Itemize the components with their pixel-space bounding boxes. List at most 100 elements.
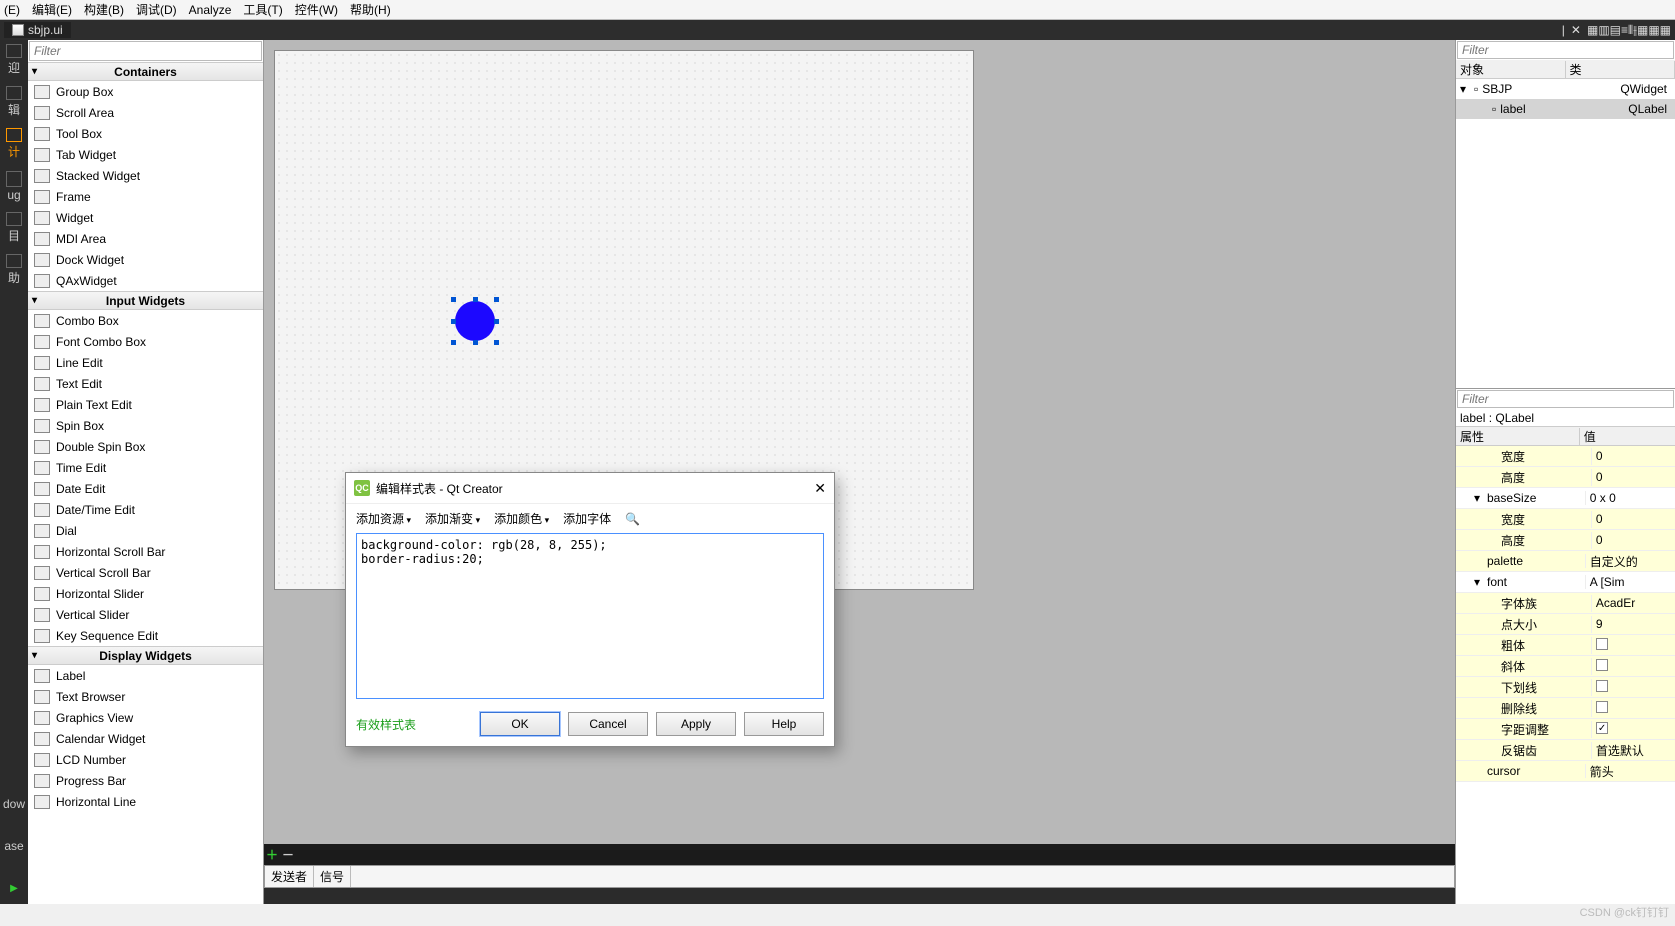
widget-item[interactable]: Font Combo Box (28, 331, 263, 352)
add-color-menu[interactable]: 添加颜色 (494, 510, 549, 527)
widget-item[interactable]: QAxWidget (28, 270, 263, 291)
close-icon[interactable]: ✕ (814, 480, 826, 497)
resize-handle[interactable] (494, 319, 499, 324)
help-button[interactable]: Help (744, 712, 824, 736)
property-row[interactable]: 点大小9 (1456, 614, 1675, 635)
object-tree-node[interactable]: ▾▫SBJPQWidget (1456, 79, 1675, 99)
checkbox[interactable] (1596, 722, 1608, 734)
widget-item[interactable]: Progress Bar (28, 770, 263, 791)
menu-item[interactable]: 调试(D) (136, 1, 177, 18)
menu-item[interactable]: Analyze (189, 3, 232, 17)
layout-icon[interactable]: ▦ (1660, 23, 1671, 37)
layout-icon[interactable]: ▥ (1598, 23, 1609, 37)
property-value[interactable]: 箭头 (1586, 763, 1675, 780)
widget-item[interactable]: Scroll Area (28, 102, 263, 123)
expand-icon[interactable]: ▾ (1474, 575, 1484, 589)
widget-item[interactable]: Horizontal Slider (28, 583, 263, 604)
resize-handle[interactable] (451, 319, 456, 324)
property-value[interactable]: 自定义的 (1586, 553, 1675, 570)
layout-icon[interactable]: ▦ (1587, 23, 1598, 37)
mode-button[interactable]: ug (2, 170, 26, 202)
remove-connection-button[interactable]: － (282, 846, 294, 863)
widget-item[interactable]: Widget (28, 207, 263, 228)
run-button[interactable]: ▶ (2, 872, 26, 904)
mode-button[interactable]: 迎 (2, 44, 26, 76)
menu-item[interactable]: 工具(T) (243, 1, 282, 18)
widget-group-header[interactable]: Containers (28, 62, 263, 81)
add-gradient-menu[interactable]: 添加渐变 (425, 510, 480, 527)
property-value[interactable] (1592, 638, 1675, 653)
widget-item[interactable]: Tool Box (28, 123, 263, 144)
property-row[interactable]: 粗体 (1456, 635, 1675, 656)
widget-item[interactable]: Text Edit (28, 373, 263, 394)
widget-item[interactable]: Date Edit (28, 478, 263, 499)
widget-item[interactable]: Date/Time Edit (28, 499, 263, 520)
apply-button[interactable]: Apply (656, 712, 736, 736)
menu-item[interactable]: 帮助(H) (350, 1, 391, 18)
mode-button[interactable]: 计 (2, 128, 26, 160)
checkbox[interactable] (1596, 638, 1608, 650)
mode-button[interactable]: 目 (2, 212, 26, 244)
checkbox[interactable] (1596, 659, 1608, 671)
widget-item[interactable]: Key Sequence Edit (28, 625, 263, 646)
menu-item[interactable]: (E) (4, 3, 20, 17)
widget-item[interactable]: LCD Number (28, 749, 263, 770)
property-value[interactable] (1592, 701, 1675, 716)
property-value[interactable]: 0 (1592, 449, 1675, 463)
property-value[interactable] (1592, 722, 1675, 737)
resize-handle[interactable] (473, 297, 478, 302)
property-row[interactable]: 字体族AcadEr (1456, 593, 1675, 614)
mode-button[interactable]: ase (2, 830, 26, 862)
widget-item[interactable]: Label (28, 665, 263, 686)
menu-item[interactable]: 控件(W) (295, 1, 338, 18)
property-row[interactable]: palette自定义的 (1456, 551, 1675, 572)
add-connection-button[interactable]: ＋ (266, 846, 278, 863)
property-value[interactable] (1592, 659, 1675, 674)
layout-icon[interactable]: ▤ (1610, 23, 1621, 37)
property-row[interactable]: ▾baseSize0 x 0 (1456, 488, 1675, 509)
property-row[interactable]: 高度0 (1456, 467, 1675, 488)
widget-item[interactable]: Horizontal Scroll Bar (28, 541, 263, 562)
widget-item[interactable]: Combo Box (28, 310, 263, 331)
object-tree[interactable]: ▾▫SBJPQWidget▫labelQLabel (1456, 79, 1675, 389)
file-tab[interactable]: sbjp.ui (4, 22, 71, 38)
resize-handle[interactable] (451, 340, 456, 345)
widget-item[interactable]: Group Box (28, 81, 263, 102)
property-value[interactable]: 0 (1592, 470, 1675, 484)
ok-button[interactable]: OK (480, 712, 560, 736)
widget-item[interactable]: Horizontal Line (28, 791, 263, 812)
widget-item[interactable]: Tab Widget (28, 144, 263, 165)
widget-item[interactable]: Graphics View (28, 707, 263, 728)
property-row[interactable]: ▾fontA [Sim (1456, 572, 1675, 593)
widgetbox-filter-input[interactable] (29, 41, 262, 61)
mode-button[interactable]: 辑 (2, 86, 26, 118)
object-tree-node[interactable]: ▫labelQLabel (1456, 99, 1675, 119)
property-value[interactable]: A [Sim (1586, 575, 1675, 589)
checkbox[interactable] (1596, 680, 1608, 692)
property-value[interactable]: 0 (1592, 533, 1675, 547)
widget-item[interactable]: MDI Area (28, 228, 263, 249)
property-row[interactable]: 高度0 (1456, 530, 1675, 551)
property-filter[interactable] (1457, 390, 1674, 408)
property-row[interactable]: 反锯齿首选默认 (1456, 740, 1675, 761)
resize-handle[interactable] (494, 340, 499, 345)
widget-item[interactable]: Calendar Widget (28, 728, 263, 749)
menu-item[interactable]: 构建(B) (84, 1, 124, 18)
resize-handle[interactable] (451, 297, 456, 302)
add-resource-menu[interactable]: 添加资源 (356, 510, 411, 527)
layout-icon[interactable]: ▦ (1637, 23, 1648, 37)
resize-handle[interactable] (494, 297, 499, 302)
expand-icon[interactable]: ▾ (1460, 82, 1470, 96)
property-row[interactable]: 宽度0 (1456, 446, 1675, 467)
resize-handle[interactable] (473, 340, 478, 345)
property-value[interactable]: 9 (1592, 617, 1675, 631)
widget-item[interactable]: Double Spin Box (28, 436, 263, 457)
checkbox[interactable] (1596, 701, 1608, 713)
widget-item[interactable]: Frame (28, 186, 263, 207)
property-value[interactable]: 0 x 0 (1586, 491, 1675, 505)
widget-item[interactable]: Stacked Widget (28, 165, 263, 186)
mode-button[interactable]: 助 (2, 254, 26, 286)
widget-item[interactable]: Plain Text Edit (28, 394, 263, 415)
layout-icon[interactable]: ≡ (1621, 23, 1628, 37)
widget-item[interactable]: Dock Widget (28, 249, 263, 270)
